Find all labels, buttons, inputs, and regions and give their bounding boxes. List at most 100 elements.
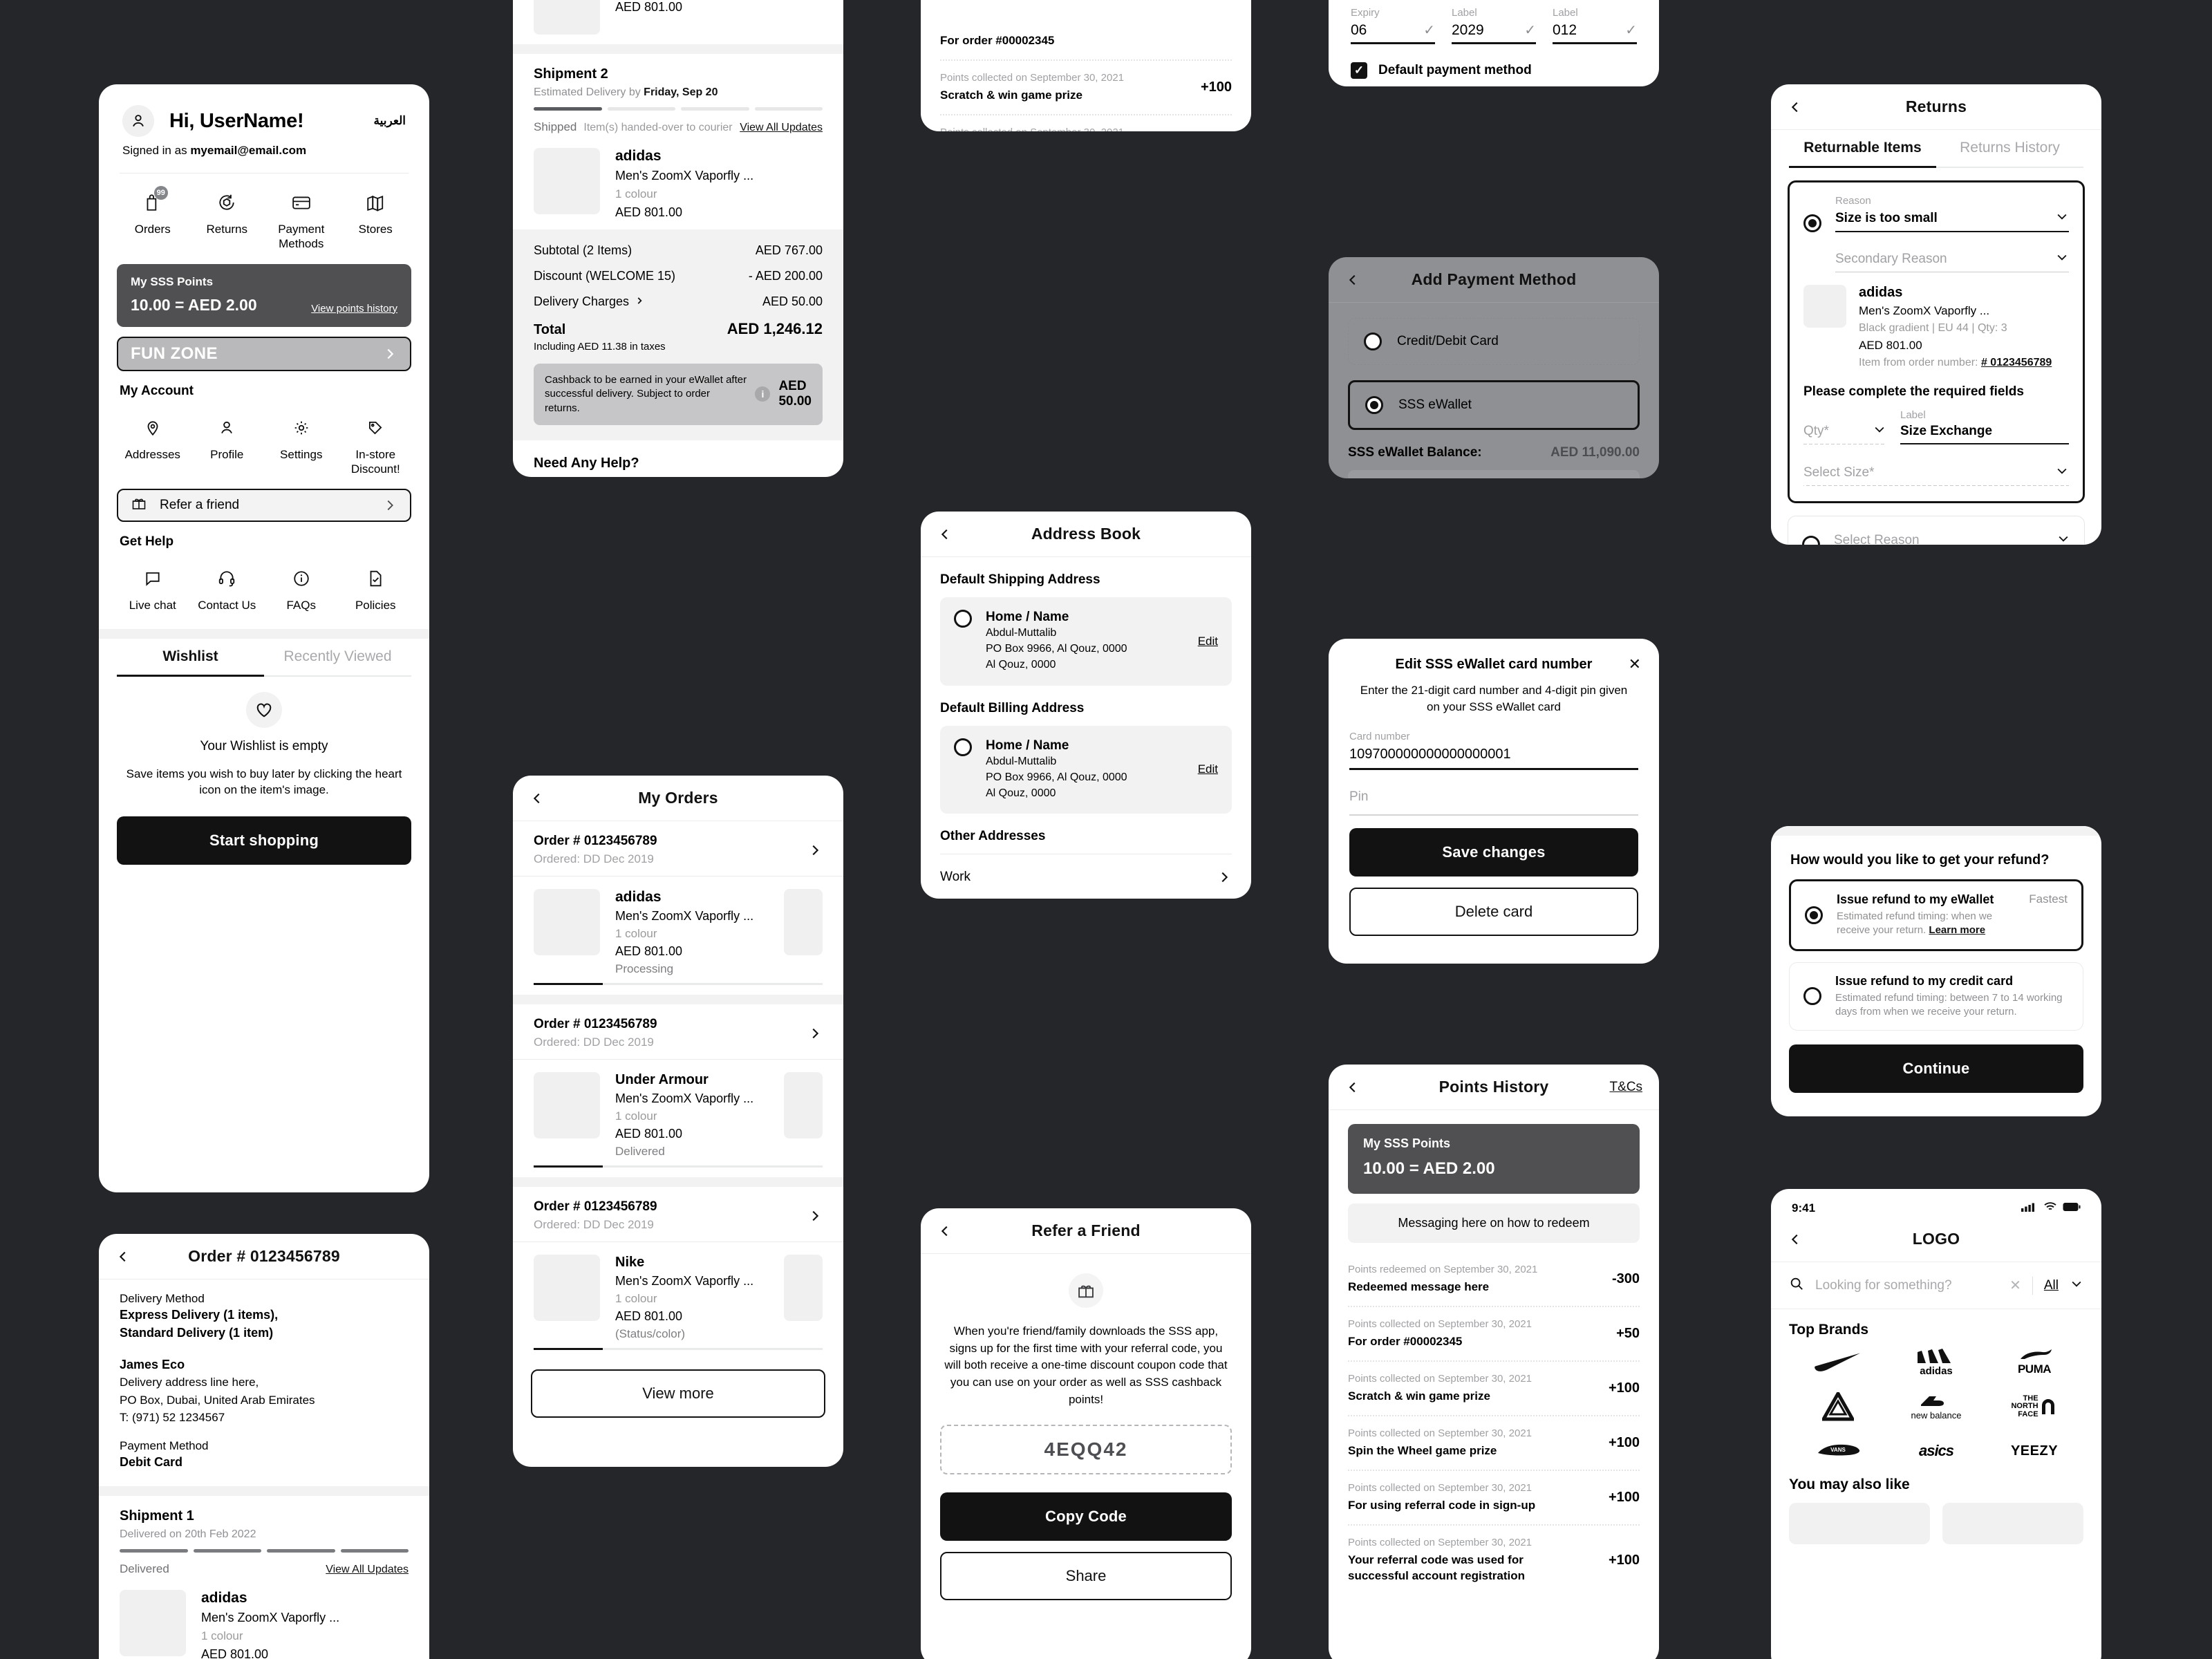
help-link-contact-us[interactable]: Contact Us bbox=[190, 565, 265, 612]
product-thumbnail-next[interactable] bbox=[784, 1072, 823, 1138]
refund-option-credit-card[interactable]: Issue refund to my credit card Estimated… bbox=[1789, 962, 2083, 1031]
back-icon[interactable] bbox=[1345, 1080, 1360, 1095]
payment-option-credit-debit[interactable]: Credit/Debit Card bbox=[1348, 318, 1640, 365]
brand-new-balance[interactable]: new balance bbox=[1887, 1387, 1985, 1427]
learn-more-link[interactable]: Learn more bbox=[1929, 924, 1985, 936]
carousel-scrollbar[interactable] bbox=[534, 983, 823, 985]
back-icon[interactable] bbox=[1345, 272, 1360, 288]
edit-address-link[interactable]: Edit bbox=[1198, 762, 1218, 776]
select-size[interactable]: Select Size* bbox=[1803, 461, 2069, 486]
brand-nike[interactable] bbox=[1789, 1342, 1887, 1382]
carousel-scrollbar[interactable] bbox=[534, 1348, 823, 1350]
payment-radio-selected[interactable] bbox=[1365, 396, 1383, 414]
order-product[interactable]: AED 801.00 bbox=[534, 0, 823, 44]
default-shipping-address[interactable]: Home / Name Abdul-Muttalib PO Box 9966, … bbox=[940, 597, 1232, 686]
carousel-scrollbar[interactable] bbox=[534, 1165, 823, 1168]
card-number-field[interactable]: Card number 109700000000000000001 bbox=[1329, 715, 1659, 770]
order-product[interactable]: adidas Men's ZoomX Vaporfly ... 1 colour… bbox=[534, 134, 823, 229]
language-toggle[interactable]: العربية bbox=[374, 114, 406, 128]
product-thumbnail-next[interactable] bbox=[784, 889, 823, 955]
refund-radio[interactable] bbox=[1803, 987, 1821, 1006]
start-shopping-button[interactable]: Start shopping bbox=[117, 816, 411, 865]
reason-select[interactable]: Reason Size is too small bbox=[1835, 195, 2069, 232]
save-changes-button[interactable]: Save changes bbox=[1349, 827, 1638, 877]
tab-wishlist[interactable]: Wishlist bbox=[117, 639, 264, 677]
account-link-addresses[interactable]: Addresses bbox=[115, 414, 190, 477]
tab-recently-viewed[interactable]: Recently Viewed bbox=[264, 639, 411, 677]
refund-radio-selected[interactable] bbox=[1805, 906, 1823, 924]
reason-select[interactable]: Select Reason bbox=[1834, 529, 2070, 545]
other-address-work[interactable]: Work bbox=[921, 854, 1251, 899]
quick-link-returns[interactable]: Returns bbox=[190, 189, 265, 252]
cvv-field[interactable]: Label 012 ✓ bbox=[1553, 7, 1637, 44]
view-all-updates-link[interactable]: View All Updates bbox=[740, 122, 823, 134]
search-input[interactable]: Looking for something? bbox=[1815, 1278, 1952, 1293]
brand-adidas[interactable]: adidas bbox=[1887, 1342, 1985, 1382]
product-thumbnail[interactable] bbox=[534, 889, 600, 955]
address-radio[interactable] bbox=[954, 610, 972, 628]
back-icon[interactable] bbox=[937, 1224, 953, 1239]
order-list-item-header[interactable]: Order # 0123456789 Ordered: DD Dec 2019 bbox=[513, 821, 843, 876]
totals-row-delivery[interactable]: Delivery Charges AED 50.00 bbox=[534, 294, 823, 309]
view-more-button[interactable]: View more bbox=[531, 1369, 825, 1418]
item-radio-selected[interactable] bbox=[1803, 214, 1821, 232]
address-radio[interactable] bbox=[954, 738, 972, 756]
product-thumbnail-next[interactable] bbox=[784, 1255, 823, 1321]
recommendation-card[interactable] bbox=[1942, 1503, 2083, 1544]
qty-select[interactable]: Qty* bbox=[1803, 420, 1886, 444]
search-filter-value[interactable]: All bbox=[2044, 1278, 2059, 1293]
recommendation-card[interactable] bbox=[1789, 1503, 1930, 1544]
copy-code-button[interactable]: Copy Code bbox=[940, 1492, 1232, 1541]
search-bar[interactable]: Looking for something? ✕ All bbox=[1771, 1262, 2101, 1309]
back-icon[interactable] bbox=[937, 527, 953, 542]
account-link-in-store-discount[interactable]: In-store Discount! bbox=[339, 414, 413, 477]
account-link-settings[interactable]: Settings bbox=[264, 414, 339, 477]
tab-returnable-items[interactable]: Returnable Items bbox=[1789, 130, 1936, 168]
sss-points-card[interactable]: My SSS Points 10.00 = AED 2.00 View poin… bbox=[117, 263, 411, 327]
product-thumbnail[interactable] bbox=[534, 1255, 600, 1321]
share-button[interactable]: Share bbox=[940, 1552, 1232, 1601]
view-all-updates-link[interactable]: View All Updates bbox=[326, 1564, 409, 1576]
default-payment-checkbox-row[interactable]: ✓ Default payment method bbox=[1329, 44, 1659, 79]
view-points-history-link[interactable]: View points history bbox=[311, 303, 397, 315]
expiry-month-field[interactable]: Expiry 06 ✓ bbox=[1351, 7, 1435, 44]
tab-returns-history[interactable]: Returns History bbox=[1936, 130, 2083, 168]
back-icon[interactable] bbox=[529, 791, 545, 806]
brand-asics[interactable]: asics bbox=[1887, 1431, 1985, 1471]
brand-yeezy[interactable]: YEEZY bbox=[1985, 1431, 2083, 1471]
order-number-link[interactable]: # 0123456789 bbox=[1981, 357, 2052, 368]
default-billing-address[interactable]: Home / Name Abdul-Muttalib PO Box 9966, … bbox=[940, 725, 1232, 814]
back-icon[interactable] bbox=[115, 1249, 131, 1264]
help-link-policies[interactable]: Policies bbox=[339, 565, 413, 612]
brand-palace[interactable] bbox=[1789, 1387, 1887, 1427]
help-link-faqs[interactable]: FAQs bbox=[264, 565, 339, 612]
info-circle-icon[interactable]: i bbox=[755, 386, 771, 402]
order-product[interactable]: adidas Men's ZoomX Vaporfly ... 1 colour… bbox=[120, 1576, 409, 1659]
payment-option-sss-ewallet[interactable]: SSS eWallet bbox=[1348, 380, 1640, 430]
close-icon[interactable]: ✕ bbox=[1629, 655, 1641, 673]
pin-field[interactable]: Pin bbox=[1329, 770, 1659, 816]
return-product[interactable]: adidas Men's ZoomX Vaporfly ... Black gr… bbox=[1803, 285, 2069, 369]
terms-and-conditions-link[interactable]: T&Cs bbox=[1610, 1080, 1643, 1095]
quick-link-payment-methods[interactable]: Payment Methods bbox=[264, 189, 339, 252]
checkbox-checked-icon[interactable]: ✓ bbox=[1351, 62, 1367, 79]
delete-card-button[interactable]: Delete card bbox=[1349, 887, 1638, 936]
clear-search-icon[interactable]: ✕ bbox=[2009, 1277, 2021, 1294]
expiry-year-field[interactable]: Label 2029 ✓ bbox=[1452, 7, 1536, 44]
continue-button[interactable]: Continue bbox=[1789, 1044, 2083, 1093]
brand-vans[interactable]: VANS bbox=[1789, 1431, 1887, 1471]
payment-radio[interactable] bbox=[1364, 332, 1382, 350]
secondary-reason-select[interactable]: Secondary Reason bbox=[1835, 247, 2069, 272]
refund-option-ewallet[interactable]: Issue refund to my eWallet Estimated ref… bbox=[1789, 879, 2083, 951]
back-icon[interactable] bbox=[1788, 1232, 1803, 1247]
help-link-live-chat[interactable]: Live chat bbox=[115, 565, 190, 612]
fun-zone-button[interactable]: FUN ZONE bbox=[117, 336, 411, 371]
label-field[interactable]: Label Size Exchange bbox=[1900, 409, 2069, 444]
quick-link-stores[interactable]: Stores bbox=[339, 189, 413, 252]
order-list-item-header[interactable]: Order # 0123456789 Ordered: DD Dec 2019 bbox=[513, 1187, 843, 1241]
quick-link-orders[interactable]: 99 Orders bbox=[115, 186, 190, 252]
referral-code[interactable]: 4EQQ42 bbox=[940, 1425, 1232, 1475]
brand-the-north-face[interactable]: THE NORTH FACE bbox=[1985, 1387, 2083, 1427]
brand-puma[interactable]: PUMA bbox=[1985, 1342, 2083, 1382]
item-radio[interactable] bbox=[1802, 536, 1820, 545]
